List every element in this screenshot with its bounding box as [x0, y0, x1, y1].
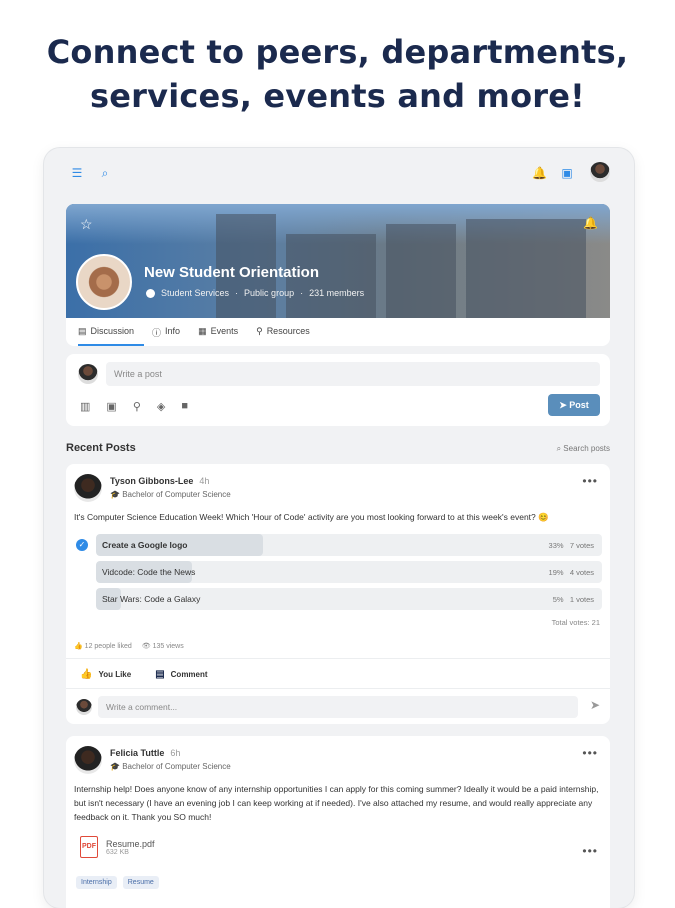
search-icon[interactable]: ⌕	[98, 166, 112, 180]
post-input[interactable]: Write a post	[106, 362, 600, 386]
likes-count[interactable]: 👍 12 people liked	[74, 642, 132, 650]
profile-avatar[interactable]	[590, 162, 610, 182]
owner-icon	[146, 288, 155, 298]
info-icon: ⓘ	[152, 328, 162, 338]
discussion-icon: ▤	[78, 326, 87, 336]
send-icon[interactable]: ➤	[590, 698, 600, 712]
paperclip-icon: ⚲	[256, 326, 263, 336]
poll-option[interactable]: Star Wars: Code a Galaxy 5% 1 votes	[96, 588, 602, 610]
tab-discussion[interactable]: ▤ Discussion	[78, 318, 145, 346]
tab-resources[interactable]: ⚲ Resources	[256, 318, 320, 346]
poll-option[interactable]: Create a Google logo 33% 7 votes	[96, 534, 602, 556]
composer-tools: ▥ ▣ ⚲ ◈ ■	[80, 400, 188, 413]
more-options-icon[interactable]: •••	[582, 746, 598, 760]
group-avatar	[76, 254, 132, 310]
author-avatar[interactable]	[74, 474, 102, 502]
tag[interactable]: Internship	[76, 876, 117, 889]
file-name: Resume.pdf	[106, 838, 155, 849]
thumbs-up-icon: 👍	[80, 669, 93, 680]
poll-icon[interactable]: ▥	[80, 400, 90, 413]
post-actions: 👍 You Like ▤ Comment	[80, 669, 208, 680]
attachment[interactable]: PDF Resume.pdf 632 KB	[80, 836, 155, 858]
author-name[interactable]: Tyson Gibbons-Lee 4h	[110, 476, 209, 486]
tab-info[interactable]: ⓘ Info	[152, 318, 190, 346]
post-text: It's Computer Science Education Week! Wh…	[74, 512, 549, 522]
file-size: 632 KB	[106, 848, 129, 856]
group-owner[interactable]: Student Services	[161, 288, 229, 298]
total-votes: Total votes: 21	[551, 618, 600, 627]
image-icon[interactable]: ▣	[106, 400, 116, 413]
notify-bell-icon[interactable]: 🔔	[583, 216, 598, 230]
post-text: Internship help! Does anyone know of any…	[74, 784, 599, 822]
comment-input[interactable]: Write a comment...	[98, 696, 578, 718]
chat-icon[interactable]: ▣	[560, 166, 574, 180]
post-card: Felicia Tuttle 6h 🎓 Bachelor of Computer …	[66, 736, 610, 908]
attachment-icon[interactable]: ⚲	[133, 400, 141, 413]
top-bar: ☰ ⌕ 🔔 ▣	[44, 148, 634, 198]
author-program: 🎓 Bachelor of Computer Science	[110, 490, 231, 499]
star-icon[interactable]: ☆	[80, 216, 93, 233]
group-banner: ☆ 🔔 New Student Orientation Student Serv…	[66, 204, 610, 318]
app-screen: ☰ ⌕ 🔔 ▣ ☆ 🔔 New Student Orientation Stud…	[44, 148, 634, 908]
group-members[interactable]: 231 members	[309, 288, 364, 298]
selected-check-icon: ✓	[76, 539, 88, 551]
post-time: 6h	[170, 748, 181, 758]
group-header-card: ☆ 🔔 New Student Orientation Student Serv…	[66, 204, 610, 346]
group-title: New Student Orientation	[144, 264, 320, 281]
more-options-icon[interactable]: •••	[582, 474, 598, 488]
recent-posts-title: Recent Posts	[66, 442, 136, 454]
bell-icon[interactable]: 🔔	[532, 166, 547, 180]
composer-avatar	[78, 364, 98, 384]
author-program: 🎓 Bachelor of Computer Science	[110, 762, 231, 771]
file-options-icon[interactable]: •••	[582, 844, 598, 858]
post-button[interactable]: ➤ Post	[548, 394, 600, 416]
post-time: 4h	[199, 476, 210, 486]
like-button[interactable]: 👍 You Like	[80, 669, 131, 680]
recent-posts-header: Recent Posts ⌕ Search posts	[66, 440, 610, 458]
comment-icon: ▤	[155, 669, 165, 680]
video-icon[interactable]: ■	[181, 400, 188, 413]
group-meta: Student Services · Public group · 231 me…	[146, 288, 364, 298]
headline: Connect to peers, departments, services,…	[0, 30, 675, 118]
group-tabs: ▤ Discussion ⓘ Info ▦ Events ⚲ Resources	[66, 318, 610, 346]
group-privacy: Public group	[244, 288, 295, 298]
post-composer: Write a post ▥ ▣ ⚲ ◈ ■ ➤ Post	[66, 354, 610, 426]
search-posts-link[interactable]: ⌕ Search posts	[557, 444, 610, 454]
menu-icon[interactable]: ☰	[70, 166, 84, 180]
author-avatar[interactable]	[74, 746, 102, 774]
headline-line-1: Connect to peers, departments,	[46, 33, 629, 71]
commenter-avatar	[76, 699, 92, 715]
headline-line-2: services, events and more!	[90, 77, 585, 115]
poll-option[interactable]: Vidcode: Code the News 19% 4 votes	[96, 561, 602, 583]
tag-icon[interactable]: ◈	[157, 400, 165, 413]
author-name[interactable]: Felicia Tuttle 6h	[110, 748, 180, 758]
comment-button[interactable]: ▤ Comment	[155, 669, 207, 680]
post-card: Tyson Gibbons-Lee 4h 🎓 Bachelor of Comput…	[66, 464, 610, 724]
pdf-icon: PDF	[80, 836, 98, 858]
tags: Internship Resume	[76, 876, 159, 889]
tag[interactable]: Resume	[122, 876, 159, 889]
calendar-icon: ▦	[198, 326, 207, 336]
tab-events[interactable]: ▦ Events	[198, 318, 248, 346]
engagement-stats: 👍 12 people liked 👁 135 views	[74, 642, 184, 650]
views-count: 👁 135 views	[141, 643, 184, 650]
